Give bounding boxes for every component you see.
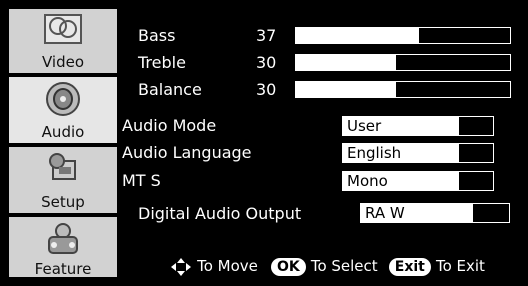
- audio-mode-select[interactable]: User: [342, 116, 494, 136]
- treble-slider[interactable]: [295, 54, 511, 71]
- mts-value: Mono: [343, 172, 459, 190]
- mts-select[interactable]: Mono: [342, 171, 494, 191]
- audio-mode-label: Audio Mode: [122, 116, 217, 135]
- audio-language-select[interactable]: English: [342, 143, 494, 163]
- bass-label: Bass: [138, 26, 176, 45]
- balance-slider-fill: [296, 82, 396, 97]
- tv-audio-menu: Video Audio Setup Feature Bass 37 Treble…: [0, 0, 528, 286]
- select-hint: To Select: [310, 257, 378, 275]
- right-arrow-icon: [489, 206, 503, 220]
- move-hint: To Move: [197, 257, 258, 275]
- tab-audio-label: Audio: [41, 123, 85, 141]
- tab-feature[interactable]: Feature: [7, 215, 119, 279]
- ok-key-badge: OK: [270, 258, 306, 276]
- audio-language-value: English: [343, 144, 459, 162]
- tab-video[interactable]: Video: [7, 7, 119, 75]
- digital-audio-output-value: RA W: [361, 204, 473, 222]
- exit-key-badge: Exit: [388, 258, 431, 276]
- tab-setup-label: Setup: [41, 193, 85, 211]
- audio-mode-value: User: [343, 117, 459, 135]
- exit-hint: To Exit: [435, 257, 485, 275]
- menu-sidebar: Video Audio Setup Feature: [7, 7, 119, 279]
- balance-slider[interactable]: [295, 81, 511, 98]
- audio-language-label: Audio Language: [122, 143, 252, 162]
- video-icon: [44, 14, 82, 44]
- digital-audio-output-label: Digital Audio Output: [138, 204, 302, 223]
- right-arrow-icon: [473, 146, 487, 160]
- balance-label: Balance: [138, 80, 202, 99]
- tab-feature-label: Feature: [34, 260, 92, 278]
- balance-value: 30: [256, 80, 277, 99]
- tab-video-label: Video: [41, 53, 85, 71]
- mts-label: MT S: [122, 171, 161, 190]
- treble-label: Treble: [138, 53, 186, 72]
- navigation-arrows-icon: [171, 257, 191, 276]
- treble-value: 30: [256, 53, 277, 72]
- tab-audio[interactable]: Audio: [7, 75, 119, 145]
- digital-audio-output-select[interactable]: RA W: [360, 203, 510, 223]
- right-arrow-icon: [473, 174, 487, 188]
- bass-slider-fill: [296, 28, 419, 43]
- tab-setup[interactable]: Setup: [7, 145, 119, 215]
- bass-value: 37: [256, 26, 277, 45]
- bass-slider[interactable]: [295, 27, 511, 44]
- right-arrow-icon: [473, 119, 487, 133]
- setup-icon: [49, 153, 76, 180]
- footer-hints: To Move OK To Select Exit To Exit: [170, 256, 485, 276]
- speaker-icon: [46, 82, 80, 116]
- treble-slider-fill: [296, 55, 396, 70]
- feature-icon: [48, 223, 78, 254]
